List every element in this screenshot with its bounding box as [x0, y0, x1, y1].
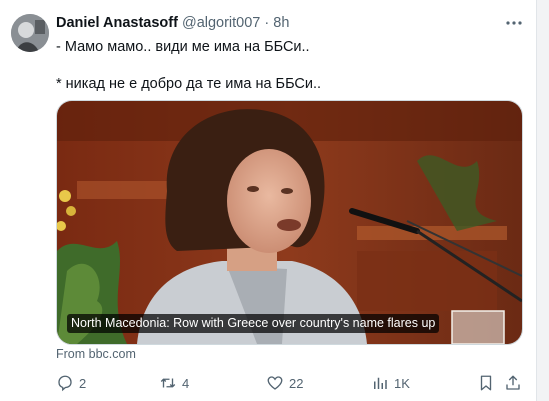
- meta-separator: ·: [264, 15, 270, 31]
- reply-count: 2: [79, 375, 87, 391]
- author-handle[interactable]: @algorit007: [182, 15, 260, 31]
- views-button[interactable]: 1K: [371, 372, 410, 394]
- like-count: 22: [289, 375, 304, 391]
- tweet-header: Daniel Anastasoff @algorit007 · 8h: [56, 14, 289, 33]
- bookmark-icon: [480, 375, 492, 391]
- share-icon: [506, 375, 520, 390]
- like-button[interactable]: 22: [266, 372, 303, 394]
- tweet-time[interactable]: 8h: [273, 15, 289, 31]
- share-button[interactable]: [504, 372, 527, 394]
- avatar-image: [11, 14, 49, 52]
- tweet-actions: 2 4 22 1K: [56, 372, 526, 394]
- bookmark-button[interactable]: [477, 372, 500, 394]
- card-image: [57, 101, 522, 344]
- heart-icon: [267, 376, 283, 390]
- tweet-text-line-1: - Мамо мамо.. види ме има на ББСи..: [56, 39, 310, 55]
- repost-button[interactable]: 4: [159, 372, 189, 394]
- avatar[interactable]: [11, 14, 49, 52]
- repost-count: 4: [182, 375, 190, 391]
- reply-button[interactable]: 2: [56, 372, 86, 394]
- author-name[interactable]: Daniel Anastasoff: [56, 15, 178, 31]
- views-count: 1K: [394, 375, 410, 391]
- link-card[interactable]: North Macedonia: Row with Greece over co…: [56, 100, 523, 345]
- card-source[interactable]: From bbc.com: [56, 347, 136, 361]
- scrollbar-track[interactable]: [536, 0, 549, 401]
- views-icon: [374, 377, 387, 389]
- more-icon[interactable]: [505, 14, 523, 37]
- reply-icon: [58, 375, 72, 392]
- repost-icon: [160, 378, 176, 388]
- tweet-text-line-2: * никад не е добро да те има на ББСи..: [56, 76, 322, 92]
- card-headline: North Macedonia: Row with Greece over co…: [67, 314, 440, 333]
